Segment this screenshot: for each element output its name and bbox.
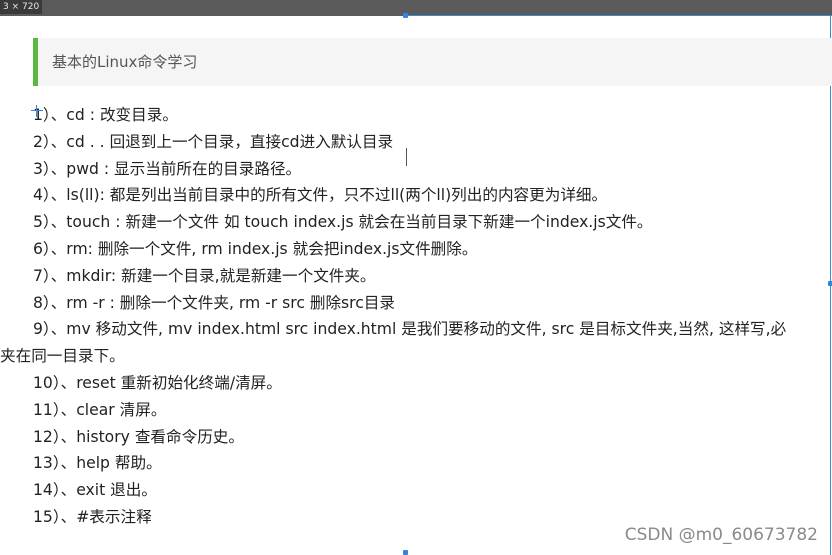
section-heading-title: 基本的Linux命令学习: [52, 53, 198, 71]
watermark: CSDN @m0_60673782: [624, 525, 818, 545]
list-item: 7）、mkdir: 新建一个目录,就是新建一个文件夹。: [33, 266, 376, 285]
list-item: 1）、cd : 改变目录。: [33, 106, 178, 124]
resize-handle-bottom[interactable]: [403, 550, 408, 555]
list-item: 5）、touch : 新建一个文件 如 touch index.js 就会在当前…: [33, 213, 653, 232]
text-cursor-icon: [406, 148, 407, 166]
list-item: 10）、reset 重新初始化终端/清屏。: [33, 373, 282, 392]
command-list: 1）、cd : 改变目录。 2）、cd . . 回退到上一个目录，直接cd进入默…: [0, 102, 832, 531]
list-item: 8）、rm -r : 删除一个文件夹, rm -r src 删除src目录: [33, 293, 396, 312]
list-item: 4）、ls(ll): 都是列出当前目录中的所有文件，只不过ll(两个ll)列出的…: [33, 186, 608, 205]
list-item: 9）、mv 移动文件, mv index.html src index.html…: [33, 320, 787, 339]
dimension-label: 3 × 720: [0, 0, 43, 14]
section-heading: 基本的Linux命令学习: [33, 38, 832, 86]
crosshair-cursor-icon: [31, 105, 43, 117]
list-item: 2）、cd . . 回退到上一个目录，直接cd进入默认目录: [33, 132, 394, 151]
viewer-top-bar: [0, 0, 832, 16]
list-item-continuation: 夹在同一目录下。: [0, 347, 125, 366]
list-item: 3）、pwd : 显示当前所在的目录路径。: [33, 159, 302, 178]
list-item: 12）、history 查看命令历史。: [33, 427, 244, 446]
resize-handle-top[interactable]: [403, 13, 408, 18]
list-item: 14）、exit 退出。: [33, 481, 157, 500]
list-item: 13）、help 帮助。: [33, 454, 162, 473]
selection-border-top: [405, 15, 832, 16]
list-item: 6）、rm: 删除一个文件, rm index.js 就会把index.js文件…: [33, 239, 478, 258]
list-item: 11）、clear 清屏。: [33, 400, 167, 419]
